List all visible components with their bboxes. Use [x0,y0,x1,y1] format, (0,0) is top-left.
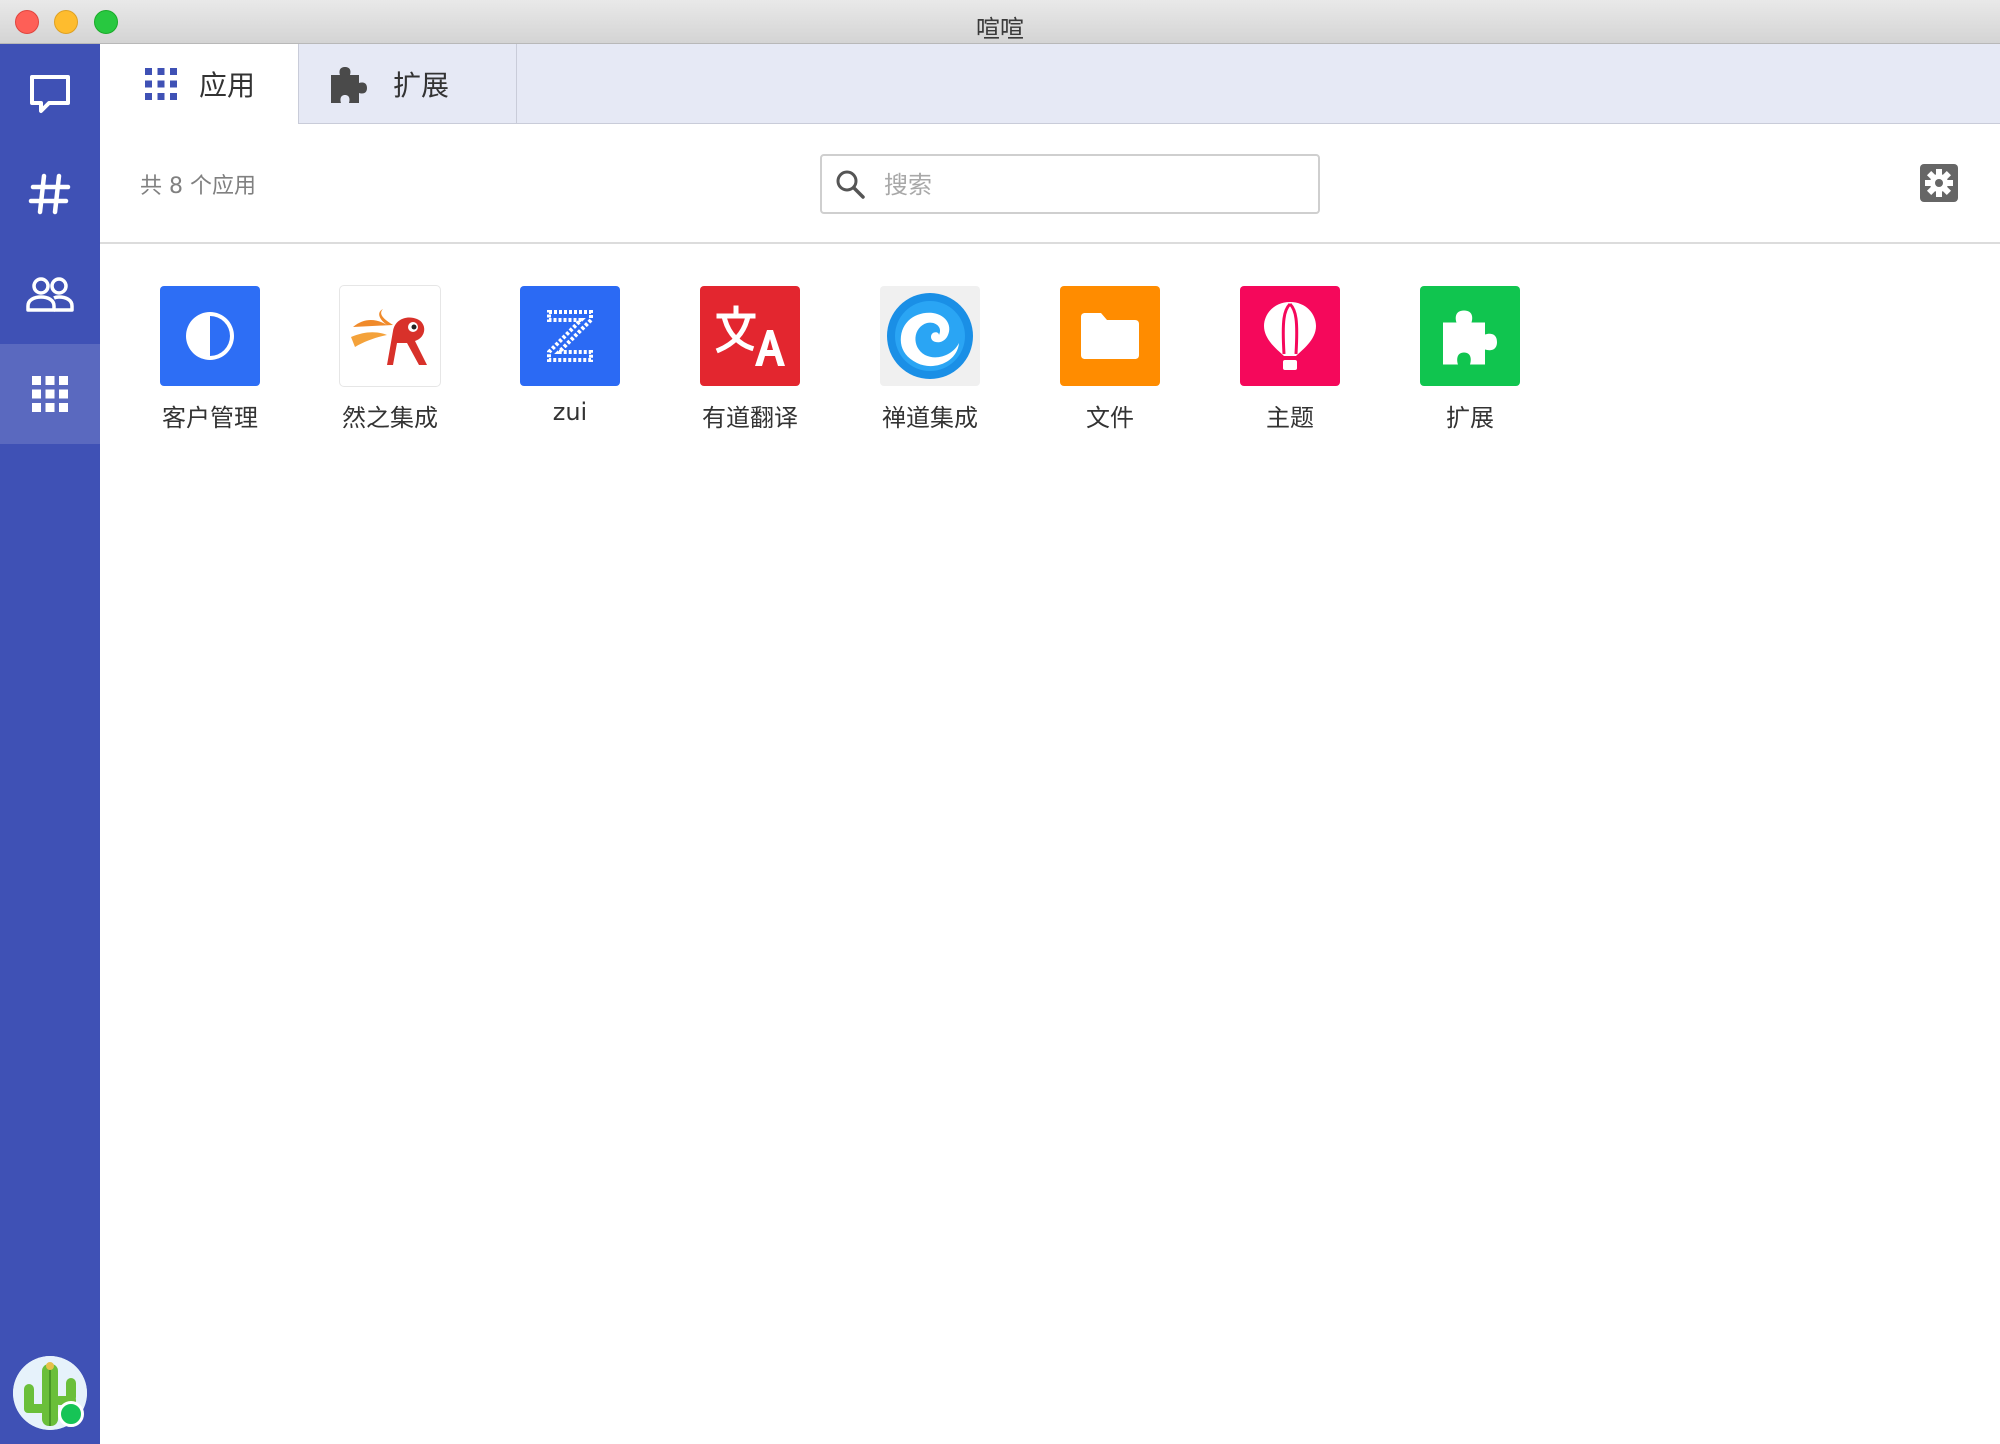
app-extensions[interactable]: 扩展 [1380,286,1540,436]
app-count-text: 共 8 个应用 [140,174,256,199]
app-label: 客户管理 [162,404,258,432]
zui-icon [520,286,620,386]
search-input[interactable] [882,156,1306,214]
online-status-badge [58,1401,84,1427]
contacts-icon [26,277,74,312]
translate-icon [700,286,800,386]
puzzle-icon [331,67,367,103]
apps-grid: 客户管理 然之集成 zui 有道翻译 禅道集成 文件 主题 扩展 [100,244,2000,1444]
chat-bubble-icon [30,75,70,113]
folder-icon [1060,286,1160,386]
puzzle-icon [1420,286,1520,386]
rail-item-channels[interactable] [0,144,100,244]
tab-bar: 应用 扩展 [100,44,2000,124]
window-title: 喧喧 [976,15,1024,43]
crm-icon [160,286,260,386]
hashtag-icon [28,173,71,215]
rail-item-apps[interactable] [0,344,100,444]
ranzhi-icon [340,286,440,386]
app-label: 然之集成 [342,404,438,432]
apps-grid-icon [145,68,177,100]
tab-extensions[interactable]: 扩展 [299,44,517,124]
app-label: 禅道集成 [882,404,978,432]
app-label: 主题 [1266,404,1314,432]
tab-extensions-label: 扩展 [393,69,450,102]
app-label: 有道翻译 [702,404,798,432]
app-window: 喧喧 应用 扩展 共 8 个应用 搜索 客户管理 然之集成 zui 有道翻译 禅… [0,0,2000,1444]
app-files[interactable]: 文件 [1020,286,1180,436]
app-themes[interactable]: 主题 [1200,286,1360,436]
gear-icon [1920,164,1958,202]
tab-apps[interactable]: 应用 [100,44,299,124]
search-icon [836,170,865,199]
balloon-icon [1240,286,1340,386]
settings-button[interactable] [1920,164,1958,202]
title-bar: 喧喧 [0,0,2000,44]
app-zentao[interactable]: 禅道集成 [840,286,1000,436]
zentao-icon [880,286,980,386]
rail-item-chats[interactable] [0,44,100,144]
rail-item-contacts[interactable] [0,244,100,344]
app-label: 文件 [1086,404,1134,432]
search-box[interactable] [820,154,1320,214]
tab-apps-label: 应用 [199,69,256,102]
app-zui[interactable]: zui [480,286,640,436]
app-label: zui [552,398,588,426]
app-ranzhi[interactable]: 然之集成 [300,286,460,436]
app-youdao-translate[interactable]: 有道翻译 [660,286,820,436]
apps-toolbar: 共 8 个应用 [100,124,2000,244]
app-label: 扩展 [1446,404,1494,432]
apps-grid-icon [32,376,68,412]
nav-rail [0,44,100,1444]
app-crm[interactable]: 客户管理 [120,286,280,436]
